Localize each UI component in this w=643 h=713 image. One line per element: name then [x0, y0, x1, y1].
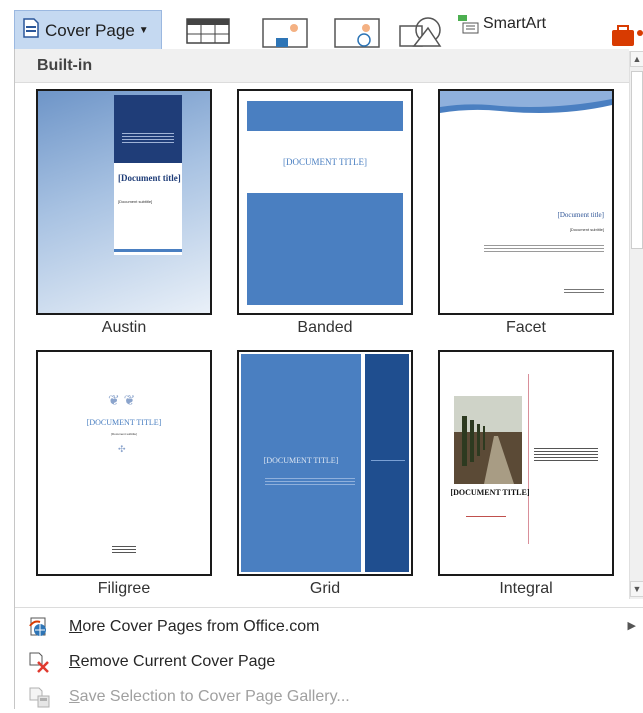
office-online-icon — [27, 615, 51, 639]
remove-cover-page-menu-item[interactable]: Remove Current Cover Page — [15, 646, 643, 678]
template-banded[interactable]: [DOCUMENT TITLE] Banded — [237, 89, 413, 337]
facet-preview-title: [Document title] — [557, 211, 604, 219]
cover-page-label: Cover Page — [45, 20, 135, 40]
template-facet[interactable]: [Document title] [Document subtitle] Fac… — [438, 89, 614, 337]
menu-item-label: Save Selection to Cover Page Gallery... — [69, 688, 350, 705]
menu-divider — [15, 607, 643, 608]
facet-preview-subtitle: [Document subtitle] — [569, 227, 604, 232]
menu-item-label: Remove Current Cover Page — [69, 653, 276, 670]
online-pictures-icon[interactable] — [334, 18, 380, 53]
gallery-scrollbar[interactable]: ▲ ▼ — [629, 51, 643, 599]
template-label: Filigree — [97, 580, 151, 597]
scroll-down-icon[interactable]: ▼ — [630, 581, 643, 597]
cover-page-icon — [23, 18, 39, 43]
grid-preview: [DOCUMENT TITLE] — [237, 350, 413, 576]
filigree-preview: ❦ ❦ [DOCUMENT TITLE] [Document subtitle]… — [36, 350, 212, 576]
save-selection-icon — [27, 685, 51, 709]
template-austin[interactable]: [Document title] [Document subtitle] Aus… — [36, 89, 212, 337]
grid-preview-title: [DOCUMENT TITLE] — [263, 456, 339, 465]
ornament-icon: ❦ ❦ — [108, 392, 136, 408]
austin-preview-title: [Document title] — [118, 173, 181, 183]
filigree-preview-title: [DOCUMENT TITLE] — [86, 418, 162, 427]
more-cover-pages-menu-item[interactable]: More Cover Pages from Office.com ▶ — [15, 611, 643, 643]
remove-cover-page-icon — [27, 650, 51, 674]
template-filigree[interactable]: ❦ ❦ [DOCUMENT TITLE] [Document subtitle]… — [36, 350, 212, 598]
submenu-arrow-icon: ▶ — [627, 620, 636, 632]
scrollbar-thumb[interactable] — [631, 71, 643, 249]
save-selection-menu-item[interactable]: Save Selection to Cover Page Gallery... — [15, 681, 643, 713]
template-label: Integral — [499, 580, 553, 597]
store-icon[interactable] — [612, 24, 643, 51]
smartart-icon — [458, 15, 479, 34]
section-header-built-in: Built-in — [15, 49, 629, 83]
austin-preview-subtitle: [Document subtitle] — [118, 199, 153, 204]
template-label: Austin — [101, 319, 147, 336]
template-integral[interactable]: [DOCUMENT TITLE] Integral — [438, 350, 614, 598]
menu-item-label: More Cover Pages from Office.com — [69, 618, 320, 635]
shapes-icon[interactable] — [398, 16, 444, 53]
template-grid[interactable]: [DOCUMENT TITLE] Grid — [237, 350, 413, 598]
integral-preview: [DOCUMENT TITLE] — [438, 350, 614, 576]
filigree-preview-subtitle: [Document subtitle] — [111, 432, 137, 436]
template-label: Banded — [297, 319, 353, 336]
ornament-small-icon: ✣ — [118, 444, 126, 454]
banded-preview: [DOCUMENT TITLE] — [237, 89, 413, 315]
chevron-down-icon: ▼ — [138, 25, 149, 36]
template-label: Facet — [505, 319, 546, 336]
banded-preview-title: [DOCUMENT TITLE] — [283, 157, 367, 167]
smartart-button[interactable]: SmartArt — [457, 14, 546, 34]
template-label: Grid — [309, 580, 341, 597]
road-photo-image — [454, 396, 522, 484]
pictures-icon[interactable] — [262, 18, 308, 53]
smartart-label: SmartArt — [483, 15, 547, 32]
austin-preview: [Document title] [Document subtitle] — [36, 89, 212, 315]
scroll-up-icon[interactable]: ▲ — [630, 51, 643, 67]
cover-page-button[interactable]: Cover Page ▼ — [14, 10, 162, 50]
facet-preview: [Document title] [Document subtitle] — [438, 89, 614, 315]
table-icon[interactable] — [186, 18, 230, 49]
cover-page-gallery: Built-in ▲ ▼ [Document title] [Document … — [14, 49, 643, 709]
ribbon: Cover Page ▼ SmartArt — [0, 0, 643, 51]
integral-preview-title: [DOCUMENT TITLE] — [450, 488, 530, 497]
